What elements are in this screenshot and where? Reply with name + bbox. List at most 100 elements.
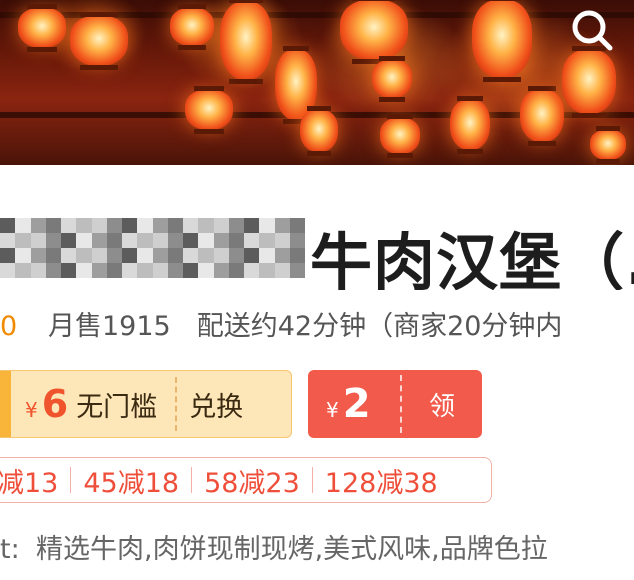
mosaic-cell bbox=[259, 218, 275, 233]
mosaic-cell bbox=[183, 218, 199, 233]
coupon-amount: ¥ 6 bbox=[11, 382, 76, 426]
mosaic-cell bbox=[91, 263, 107, 278]
store-score: 0 bbox=[0, 311, 18, 342]
mosaic-cell bbox=[183, 248, 199, 263]
mosaic-cell bbox=[244, 218, 260, 233]
mosaic-cell bbox=[274, 263, 290, 278]
discount-tier: 128减38 bbox=[324, 467, 438, 499]
mosaic-cell bbox=[289, 233, 305, 248]
mosaic-cell bbox=[183, 233, 199, 248]
mosaic-cell bbox=[198, 233, 214, 248]
store-announcement[interactable]: t: 精选牛肉,肉饼现制现烤,美式风味,品牌色拉 bbox=[0, 528, 634, 572]
announcement-prefix: t: bbox=[0, 534, 20, 565]
mosaic-cell bbox=[61, 233, 77, 248]
mosaic-cell bbox=[213, 263, 229, 278]
store-banner bbox=[0, 0, 634, 165]
coupon-exchange[interactable]: ¥ 6 无门槛 兑换 bbox=[0, 370, 292, 438]
coupon-edge bbox=[0, 371, 11, 437]
coupon-value: 6 bbox=[41, 382, 69, 426]
mosaic-cell bbox=[244, 248, 260, 263]
announcement-text: 精选牛肉,肉饼现制现烤,美式风味,品牌色拉 bbox=[36, 534, 548, 565]
lantern-image bbox=[18, 4, 66, 52]
mosaic-cell bbox=[30, 233, 46, 248]
delivery-time: 配送约42分钟（商家20分钟内 bbox=[196, 311, 563, 342]
exchange-button[interactable]: 兑换 bbox=[189, 385, 243, 424]
mosaic-cell bbox=[15, 263, 31, 278]
lantern-image bbox=[520, 86, 564, 146]
mosaic-cell bbox=[198, 263, 214, 278]
lantern-image bbox=[450, 96, 490, 154]
mosaic-cell bbox=[152, 263, 168, 278]
coupon-value: 2 bbox=[342, 381, 371, 427]
mosaic-cell bbox=[106, 218, 122, 233]
pixelated-store-name bbox=[0, 218, 305, 278]
mosaic-cell bbox=[45, 263, 61, 278]
lantern-image bbox=[590, 126, 626, 164]
mosaic-cell bbox=[0, 263, 16, 278]
mosaic-cell bbox=[167, 233, 183, 248]
lantern-image bbox=[170, 4, 214, 50]
mosaic-cell bbox=[152, 233, 168, 248]
mosaic-cell bbox=[167, 218, 183, 233]
mosaic-cell bbox=[0, 233, 16, 248]
coupon-condition: 无门槛 bbox=[76, 391, 158, 423]
lantern-image bbox=[70, 12, 128, 70]
lantern-image bbox=[472, 0, 532, 82]
mosaic-cell bbox=[274, 218, 290, 233]
mosaic-cell bbox=[76, 248, 92, 263]
mosaic-cell bbox=[30, 248, 46, 263]
mosaic-cell bbox=[228, 248, 244, 263]
mosaic-cell bbox=[15, 233, 31, 248]
currency-symbol: ¥ bbox=[326, 398, 339, 422]
mosaic-cell bbox=[137, 263, 153, 278]
mosaic-cell bbox=[244, 233, 260, 248]
mosaic-cell bbox=[259, 233, 275, 248]
mosaic-cell bbox=[122, 248, 138, 263]
mosaic-cell bbox=[106, 263, 122, 278]
monthly-sales: 月售1915 bbox=[48, 311, 171, 342]
mosaic-cell bbox=[76, 233, 92, 248]
lantern-image bbox=[562, 46, 616, 118]
mosaic-cell bbox=[61, 263, 77, 278]
mosaic-cell bbox=[122, 218, 138, 233]
lantern-image bbox=[185, 86, 233, 134]
mosaic-cell bbox=[183, 263, 199, 278]
lantern-image bbox=[372, 56, 412, 102]
mosaic-cell bbox=[228, 218, 244, 233]
mosaic-cell bbox=[30, 218, 46, 233]
mosaic-cell bbox=[259, 263, 275, 278]
mosaic-cell bbox=[152, 248, 168, 263]
mosaic-cell bbox=[228, 263, 244, 278]
mosaic-cell bbox=[137, 233, 153, 248]
mosaic-cell bbox=[91, 248, 107, 263]
store-title: 牛肉汉堡（. bbox=[310, 226, 634, 290]
lantern-image bbox=[300, 106, 338, 156]
mosaic-cell bbox=[122, 233, 138, 248]
claim-button[interactable]: 领 bbox=[402, 386, 482, 423]
mosaic-cell bbox=[91, 233, 107, 248]
mosaic-cell bbox=[15, 218, 31, 233]
mosaic-cell bbox=[15, 248, 31, 263]
discount-tier: 减13 bbox=[0, 467, 59, 499]
mosaic-cell bbox=[137, 248, 153, 263]
mosaic-cell bbox=[61, 248, 77, 263]
mosaic-cell bbox=[106, 233, 122, 248]
lantern-image bbox=[220, 0, 272, 84]
store-stats: 0 月售1915 配送约42分钟（商家20分钟内 bbox=[0, 305, 634, 349]
search-button[interactable] bbox=[568, 6, 616, 54]
mosaic-cell bbox=[213, 218, 229, 233]
mosaic-cell bbox=[45, 233, 61, 248]
mosaic-cell bbox=[61, 218, 77, 233]
mosaic-cell bbox=[122, 263, 138, 278]
discount-tier: 58减23 bbox=[204, 467, 300, 499]
lantern-image bbox=[340, 0, 408, 64]
mosaic-cell bbox=[76, 218, 92, 233]
store-title-row: 牛肉汉堡（. bbox=[0, 200, 634, 290]
coupon-claim[interactable]: ¥ 2 领 bbox=[308, 370, 482, 438]
mosaic-cell bbox=[0, 218, 16, 233]
mosaic-cell bbox=[137, 218, 153, 233]
mosaic-cell bbox=[0, 248, 16, 263]
mosaic-cell bbox=[244, 263, 260, 278]
mosaic-cell bbox=[274, 248, 290, 263]
discount-tiers[interactable]: 减13 45减18 58减23 128减38 bbox=[0, 457, 492, 503]
